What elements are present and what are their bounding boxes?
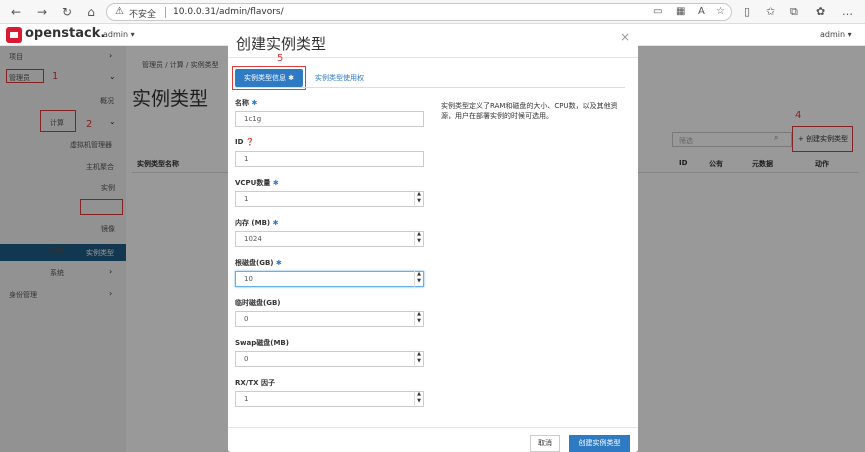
- project-menu[interactable]: admin ▾: [103, 30, 135, 39]
- collections-icon[interactable]: ⧉: [790, 5, 798, 19]
- rxtx-factor-label: RX/TX 因子: [235, 379, 275, 387]
- modal-title: 创建实例类型: [236, 35, 327, 53]
- stepper-up-icon[interactable]: ▲: [415, 271, 423, 278]
- reload-icon[interactable]: ↻: [59, 4, 75, 20]
- root-disk-label: 根磁盘(GB) ✱: [235, 259, 282, 267]
- close-icon[interactable]: ×: [620, 30, 630, 44]
- forward-icon[interactable]: →: [34, 4, 50, 20]
- stepper-down-icon[interactable]: ▼: [415, 278, 423, 285]
- ram-field[interactable]: 1024: [235, 231, 424, 247]
- cancel-button[interactable]: 取消: [530, 435, 560, 452]
- favorites-icon[interactable]: ✩: [766, 5, 775, 18]
- stepper-up-icon[interactable]: ▲: [415, 351, 423, 358]
- rxtx-factor-stepper[interactable]: ▲ ▼: [414, 391, 423, 407]
- swap-disk-field[interactable]: 0: [235, 351, 424, 367]
- user-menu[interactable]: admin ▾: [820, 30, 852, 39]
- tab-divider: [235, 87, 625, 88]
- stepper-up-icon[interactable]: ▲: [415, 191, 423, 198]
- create-flavor-modal: 创建实例类型 × 实例类型信息 ✱ 5 实例类型使用权 名称 ✱ 1c1g ID…: [228, 25, 638, 452]
- ram-stepper[interactable]: ▲ ▼: [414, 231, 423, 247]
- ram-label: 内存 (MB) ✱: [235, 219, 279, 227]
- stepper-up-icon[interactable]: ▲: [415, 391, 423, 398]
- url-text[interactable]: 10.0.0.31/admin/flavors/: [173, 7, 284, 17]
- address-bar[interactable]: ⚠ 不安全 10.0.0.31/admin/flavors/ ▭ ▦ A ☆: [106, 3, 732, 21]
- stepper-down-icon[interactable]: ▼: [415, 398, 423, 405]
- brand-name: openstack.: [25, 26, 106, 41]
- ephemeral-disk-label: 临时磁盘(GB): [235, 299, 281, 307]
- split-screen-icon[interactable]: ▯: [744, 5, 750, 18]
- swap-disk-stepper[interactable]: ▲ ▼: [414, 351, 423, 367]
- rxtx-factor-field[interactable]: 1: [235, 391, 424, 407]
- vcpu-field[interactable]: 1: [235, 191, 424, 207]
- tab-flavor-access[interactable]: 实例类型使用权: [315, 73, 364, 83]
- home-icon[interactable]: ⌂: [83, 4, 99, 20]
- more-icon[interactable]: …: [842, 5, 853, 18]
- id-field[interactable]: 1: [235, 151, 424, 167]
- read-aloud-icon[interactable]: A: [698, 6, 705, 17]
- extensions-icon[interactable]: ✿: [816, 5, 825, 18]
- stepper-down-icon[interactable]: ▼: [415, 198, 423, 205]
- vcpu-stepper[interactable]: ▲ ▼: [414, 191, 423, 207]
- insecure-label: 不安全: [129, 10, 157, 20]
- flavor-help-text: 实例类型定义了RAM和磁盘的大小、CPU数，以及其他资源，用户在部署实例的时候可…: [441, 102, 618, 120]
- swap-disk-label: Swap磁盘(MB): [235, 339, 289, 347]
- id-label: ID ❓: [235, 138, 255, 146]
- ephemeral-disk-stepper[interactable]: ▲ ▼: [414, 311, 423, 327]
- modal-footer-divider: [228, 427, 638, 428]
- stepper-up-icon[interactable]: ▲: [415, 311, 423, 318]
- modal-header-divider: [228, 57, 638, 58]
- ephemeral-disk-field[interactable]: 0: [235, 311, 424, 327]
- app-icon[interactable]: ▭: [653, 6, 662, 17]
- annotation-number-5: 5: [277, 53, 284, 64]
- name-label: 名称 ✱: [235, 99, 258, 107]
- root-disk-stepper[interactable]: ▲ ▼: [414, 271, 423, 287]
- stepper-down-icon[interactable]: ▼: [415, 358, 423, 365]
- back-icon[interactable]: ←: [8, 4, 24, 20]
- warning-icon: ⚠: [115, 6, 124, 17]
- stepper-up-icon[interactable]: ▲: [415, 231, 423, 238]
- openstack-logo-icon: [6, 27, 22, 43]
- browser-toolbar: ← → ↻ ⌂ ⚠ 不安全 10.0.0.31/admin/flavors/ ▭…: [0, 0, 865, 24]
- root-disk-field[interactable]: 10: [235, 271, 424, 287]
- vcpu-label: VCPU数量 ✱: [235, 179, 279, 187]
- stepper-down-icon[interactable]: ▼: [415, 318, 423, 325]
- reader-icon[interactable]: ▦: [676, 6, 685, 17]
- stepper-down-icon[interactable]: ▼: [415, 238, 423, 245]
- create-flavor-submit-button[interactable]: 创建实例类型: [569, 435, 630, 452]
- favorite-icon[interactable]: ☆: [716, 6, 725, 17]
- name-field[interactable]: 1c1g: [235, 111, 424, 127]
- address-divider: [165, 7, 166, 18]
